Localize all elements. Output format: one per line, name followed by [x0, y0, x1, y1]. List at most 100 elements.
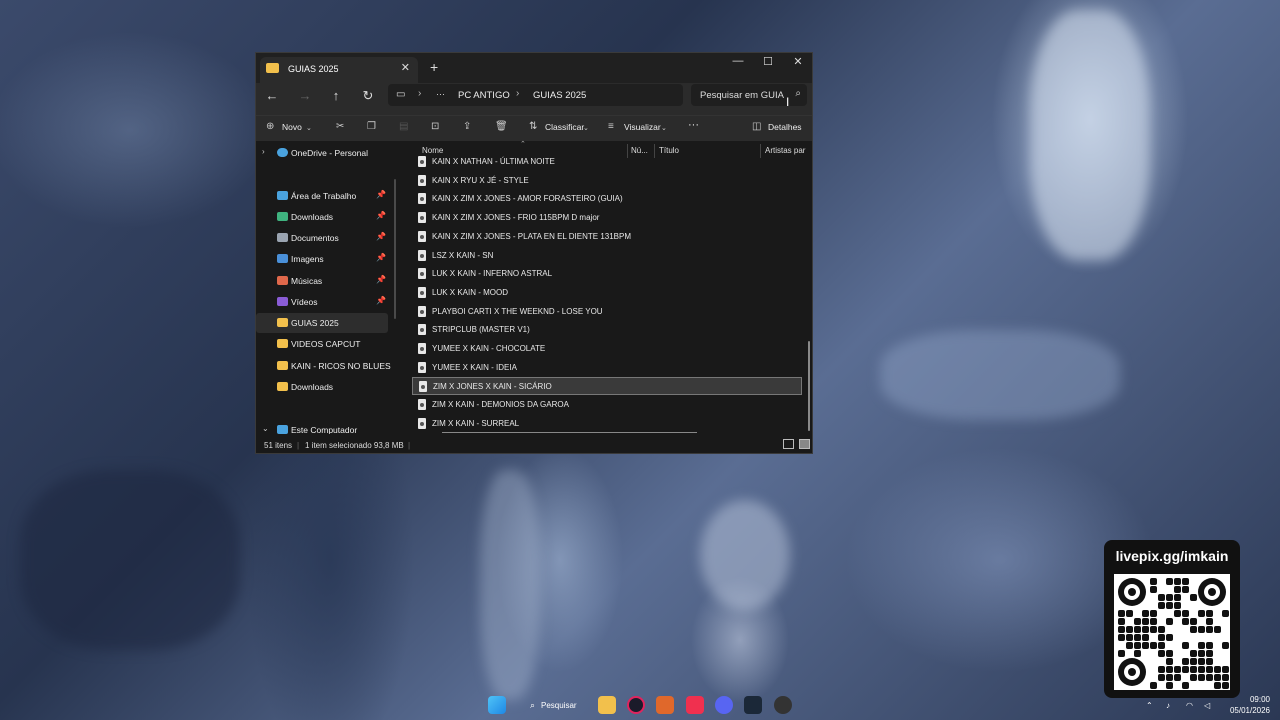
music-app-icon[interactable] [686, 696, 704, 714]
file-explorer-icon[interactable] [598, 696, 616, 714]
pin-icon[interactable]: 📌 [376, 190, 386, 199]
qr-module [1134, 618, 1141, 625]
steam-icon[interactable] [744, 696, 762, 714]
new-tab-button[interactable]: + [430, 59, 438, 75]
sidebar-item-downloads[interactable]: Downloads [256, 377, 388, 397]
donation-qr-widget: livepix.gg/imkain [1104, 540, 1240, 698]
qr-module [1198, 642, 1205, 649]
qr-module [1118, 610, 1125, 617]
pin-icon[interactable]: 📌 [376, 211, 386, 220]
sidebar-item-label: Documentos [291, 233, 339, 243]
view-icon: ≡ [608, 121, 614, 132]
file-row[interactable]: ZIM X KAIN - DEMONIOS DA GAROA [412, 396, 802, 414]
breadcrumb-pc-antigo[interactable]: PC ANTIGO [458, 90, 510, 101]
delete-icon[interactable]: 🗑 [495, 121, 508, 132]
chevron-up-icon[interactable]: ⌃ [1146, 701, 1153, 710]
horizontal-scrollbar[interactable] [442, 432, 697, 433]
audio-file-icon [418, 305, 426, 317]
tab-guias-2025[interactable]: GUIAS 2025 ✕ [260, 57, 418, 83]
file-row[interactable]: ZIM X JONES X KAIN - SICÁRIO [412, 377, 802, 396]
maximize-button[interactable]: ☐ [753, 55, 783, 68]
sidebar-item-kain-ricos-no-blues[interactable]: KAIN - RICOS NO BLUES [256, 356, 391, 376]
pin-icon[interactable]: 📌 [376, 253, 386, 262]
volume-icon[interactable]: ◁ [1204, 701, 1210, 710]
up-icon[interactable]: ↑ [326, 88, 346, 103]
more-options-button[interactable]: ··· [688, 119, 699, 131]
back-icon[interactable]: ← [262, 88, 282, 103]
refresh-icon[interactable]: ↻ [358, 88, 378, 104]
qr-module [1134, 626, 1141, 633]
sidebar-item-videos-capcut[interactable]: VIDEOS CAPCUT [256, 334, 388, 354]
sidebar-item-m-sicas[interactable]: Músicas 📌 [256, 271, 388, 291]
details-view-icon[interactable] [783, 439, 794, 449]
pin-icon[interactable]: 📌 [376, 296, 386, 305]
start-icon[interactable] [488, 696, 506, 714]
minimize-button[interactable]: — [723, 55, 753, 67]
file-row[interactable]: LUK X KAIN - MOOD [412, 284, 802, 302]
file-list-scrollbar[interactable] [808, 341, 810, 431]
paste-icon[interactable]: ▤ [399, 121, 408, 132]
qr-module [1222, 674, 1229, 681]
sidebar-item-imagens[interactable]: Imagens 📌 [256, 249, 388, 269]
sidebar-item-v-deos[interactable]: Vídeos 📌 [256, 292, 388, 312]
pin-icon[interactable]: 📌 [376, 275, 386, 284]
sidebar-item-label: Área de Trabalho [291, 191, 357, 201]
chevron-down-icon: ⌄ [661, 125, 667, 132]
opera-icon[interactable] [627, 696, 645, 714]
chevron-down-icon: ⌄ [583, 125, 589, 132]
tiles-view-icon[interactable] [799, 439, 810, 449]
address-field[interactable]: ▭ › ··· PC ANTIGO › GUIAS 2025 [388, 84, 683, 106]
file-row[interactable]: YUMEE X KAIN - IDEIA [412, 359, 802, 377]
view-button[interactable]: Visualizar [624, 122, 661, 132]
sidebar-item-downloads[interactable]: Downloads 📌 [256, 207, 388, 227]
search-input[interactable]: Pesquisar em GUIA ⌕ [691, 84, 807, 106]
chevron-right-icon[interactable]: › [262, 147, 265, 156]
qr-module [1198, 650, 1205, 657]
file-name: LUK X KAIN - INFERNO ASTRAL [432, 269, 553, 279]
pin-icon[interactable]: 📌 [376, 232, 386, 241]
file-row[interactable]: ZIM X KAIN - SURREAL [412, 415, 802, 433]
overflow-crumbs[interactable]: ··· [436, 89, 445, 99]
file-row[interactable]: LSZ X KAIN - SN [412, 247, 802, 265]
discord-icon[interactable] [715, 696, 733, 714]
file-row[interactable]: KAIN X ZIM X JONES - AMOR FORASTEIRO (GU… [412, 190, 802, 208]
chevron-down-icon[interactable]: ⌄ [262, 424, 269, 433]
file-row[interactable]: KAIN X NATHAN - ÚLTIMA NOITE [412, 153, 802, 171]
qr-module [1182, 642, 1189, 649]
cut-icon[interactable]: ✂ [336, 121, 344, 132]
tab-close-icon[interactable]: ✕ [401, 61, 410, 74]
details-button[interactable]: Detalhes [768, 122, 802, 132]
sort-button[interactable]: Classificar [545, 122, 584, 132]
new-button[interactable]: Novo [282, 122, 302, 132]
qr-finder-pattern [1198, 578, 1226, 606]
rename-icon[interactable]: ⊡ [431, 121, 439, 132]
network-icon[interactable]: ◠ [1186, 701, 1193, 710]
wallpaper-streak [880, 330, 1120, 420]
sidebar-item-onedrive[interactable]: › OneDrive - Personal [256, 143, 388, 163]
taskbar-clock[interactable]: 09:00 05/01/2026 [1230, 694, 1270, 716]
qr-module [1182, 666, 1189, 673]
share-icon[interactable]: ⇪ [463, 121, 471, 132]
file-row[interactable]: KAIN X RYU X JÉ - STYLE [412, 172, 802, 190]
copy-icon[interactable]: ❐ [367, 121, 376, 132]
fl-studio-icon[interactable] [656, 696, 674, 714]
file-row[interactable]: PLAYBOI CARTI X THE WEEKND - LOSE YOU [412, 303, 802, 321]
forward-icon[interactable]: → [295, 88, 315, 103]
file-row[interactable]: LUK X KAIN - INFERNO ASTRAL [412, 265, 802, 283]
file-row[interactable]: YUMEE X KAIN - CHOCOLATE [412, 340, 802, 358]
details-icon: ◫ [752, 121, 762, 132]
sidebar-item--rea-de-trabalho[interactable]: Área de Trabalho 📌 [256, 186, 388, 206]
file-row[interactable]: STRIPCLUB (MASTER V1) [412, 321, 802, 339]
sidebar-item-documentos[interactable]: Documentos 📌 [256, 228, 388, 248]
sidebar-scrollbar[interactable] [394, 179, 396, 319]
file-row[interactable]: KAIN X ZIM X JONES - PLATA EN EL DIENTE … [412, 228, 802, 246]
microphone-icon[interactable]: ♪ [1166, 701, 1170, 710]
file-row[interactable]: KAIN X ZIM X JONES - FRIO 115BPM D major [412, 209, 802, 227]
qr-module [1150, 610, 1157, 617]
taskbar-search-button[interactable]: Pesquisar [541, 701, 577, 710]
sidebar-item-guias-2025[interactable]: GUIAS 2025 [256, 313, 388, 333]
qr-module [1222, 682, 1229, 689]
app-icon[interactable] [774, 696, 792, 714]
close-button[interactable]: ✕ [783, 55, 812, 68]
breadcrumb-guias-2025[interactable]: GUIAS 2025 [533, 90, 586, 101]
